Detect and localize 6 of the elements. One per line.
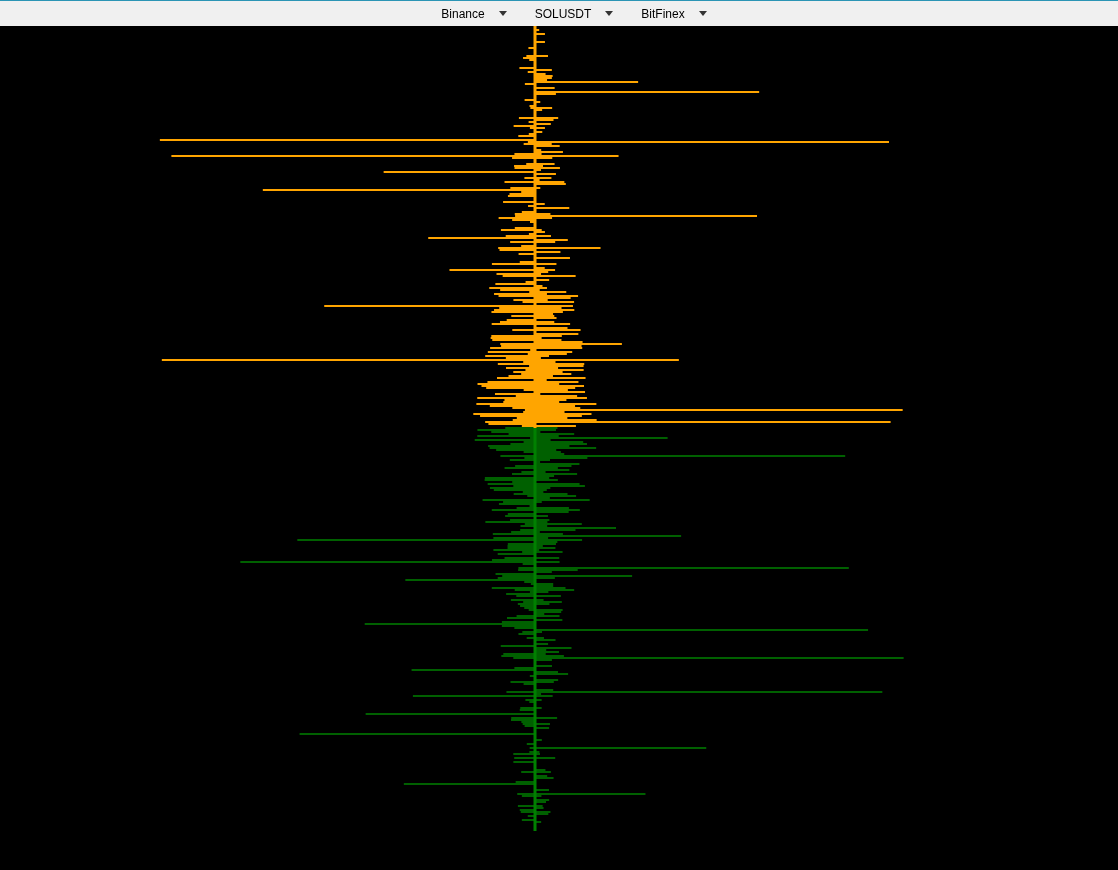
- dropdown[interactable]: BitFinex: [637, 4, 711, 23]
- dropdown[interactable]: SOLUSDT: [530, 4, 618, 23]
- caret-icon: [498, 11, 507, 16]
- caret-icon: [698, 11, 707, 16]
- dropdown[interactable]: Binance: [437, 4, 511, 23]
- caret-icon: [605, 11, 614, 16]
